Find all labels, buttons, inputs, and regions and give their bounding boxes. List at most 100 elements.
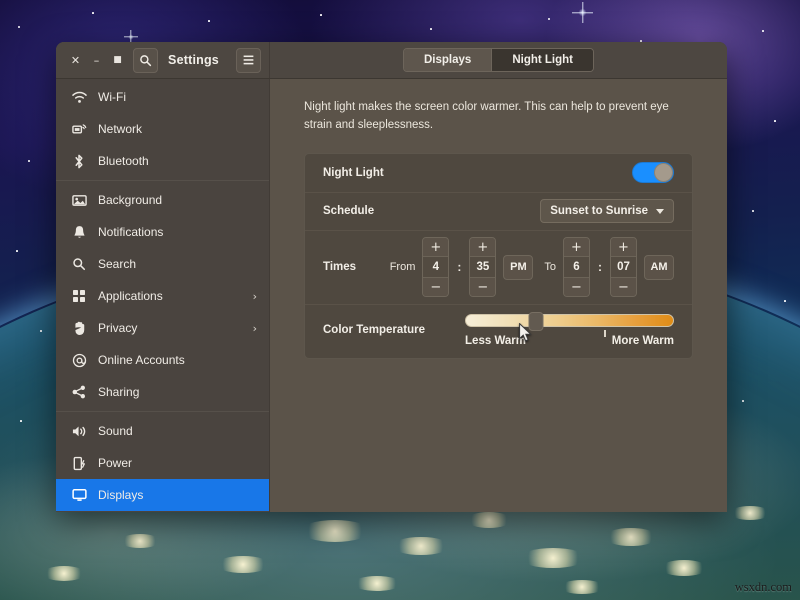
from-time-colon: : [456,260,462,274]
to-label: To [544,261,556,273]
times-row: Times From + 4 − : + [305,230,692,304]
slider-track[interactable] [465,314,674,327]
sidebar-separator [56,411,269,412]
star [28,160,30,162]
sidebar-item-power[interactable]: Power [56,447,269,479]
night-light-description: Night light makes the screen color warme… [304,99,693,135]
times-label: Times [323,261,356,273]
night-light-panel: Night light makes the screen color warme… [270,79,727,512]
to-hour-stepper[interactable]: + 6 − [563,237,590,297]
sidebar-item-sound[interactable]: Sound [56,415,269,447]
night-light-toggle[interactable] [632,162,674,183]
bluetooth-icon [70,154,88,169]
to-minute-value: 07 [611,256,636,278]
sidebar-item-online-accounts[interactable]: Online Accounts [56,344,269,376]
slider-handle[interactable] [529,312,544,331]
schedule-value: Sunset to Sunrise [550,205,648,217]
wifi-icon [70,91,88,104]
sidebar-item-label: Background [98,193,257,207]
network-icon [70,123,88,136]
to-hour-decrement[interactable]: − [564,278,589,296]
sidebar-separator [56,180,269,181]
to-minute-stepper[interactable]: + 07 − [610,237,637,297]
star [320,14,322,16]
schedule-row: Schedule Sunset to Sunrise [305,192,692,230]
sidebar-item-bluetooth[interactable]: Bluetooth [56,145,269,177]
more-warm-label: More Warm [612,335,674,347]
from-hour-increment[interactable]: + [423,238,448,256]
schedule-dropdown[interactable]: Sunset to Sunrise [540,199,674,223]
less-warm-label: Less Warm [465,335,526,347]
sidebar-item-search[interactable]: Search [56,248,269,280]
sidebar-item-displays[interactable]: Displays [56,479,269,511]
menu-button[interactable] [236,48,261,73]
settings-window: ✕ – ■ Settings [56,42,727,512]
bright-star [128,34,134,40]
watermark: wsxdn.com [735,580,792,595]
night-light-label: Night Light [323,167,384,179]
star [18,26,20,28]
hamburger-menu-icon [242,54,255,66]
tab-night-light[interactable]: Night Light [491,49,593,71]
sidebar-item-label: Search [98,257,257,271]
from-hour-stepper[interactable]: + 4 − [422,237,449,297]
to-minute-decrement[interactable]: − [611,278,636,296]
from-hour-decrement[interactable]: − [423,278,448,296]
chevron-down-icon [656,209,664,214]
display-monitor-icon [70,488,88,502]
sidebar-item-label: Notifications [98,225,257,239]
maximize-icon[interactable]: ■ [107,50,128,71]
window-body: Wi-Fi Network [56,79,727,512]
from-minute-increment[interactable]: + [470,238,495,256]
share-icon [70,385,88,399]
to-time-colon: : [597,260,603,274]
search-icon [139,54,152,67]
toggle-knob [654,163,673,182]
sidebar-item-privacy[interactable]: Privacy › [56,312,269,344]
color-temperature-label: Color Temperature [323,314,425,336]
bell-icon [70,225,88,240]
schedule-label: Schedule [323,205,374,217]
speaker-icon [70,425,88,438]
sidebar-item-label: Sharing [98,385,257,399]
sidebar-item-mouse-touchpad[interactable]: Mouse & Touchpad [56,511,269,512]
sidebar-item-label: Sound [98,424,257,438]
bright-star [578,8,587,17]
sidebar-item-network[interactable]: Network [56,113,269,145]
privacy-hand-icon [70,321,88,336]
to-hour-value: 6 [564,256,589,278]
to-hour-increment[interactable]: + [564,238,589,256]
sidebar-item-label: Displays [98,488,257,502]
from-minute-decrement[interactable]: − [470,278,495,296]
sidebar-item-label: Online Accounts [98,353,257,367]
color-temperature-slider[interactable]: Less Warm More Warm [465,314,674,347]
from-hour-value: 4 [423,256,448,278]
sidebar-item-label: Bluetooth [98,154,257,168]
sidebar-item-label: Privacy [98,321,253,335]
close-icon[interactable]: ✕ [65,50,86,71]
to-minute-increment[interactable]: + [611,238,636,256]
sidebar-item-label: Network [98,122,257,136]
minimize-icon[interactable]: – [86,50,107,71]
sidebar-item-notifications[interactable]: Notifications [56,216,269,248]
from-period-button[interactable]: PM [503,255,533,280]
desktop-wallpaper: ✕ – ■ Settings [0,0,800,600]
star [16,250,18,252]
at-sign-icon [70,353,88,368]
search-button[interactable] [133,48,158,73]
window-titlebar: ✕ – ■ Settings [56,42,727,79]
sidebar-item-applications[interactable]: Applications › [56,280,269,312]
sidebar-item-background[interactable]: Background [56,184,269,216]
chevron-right-icon: › [253,290,257,303]
sidebar-item-sharing[interactable]: Sharing [56,376,269,408]
sidebar-item-wifi[interactable]: Wi-Fi [56,81,269,113]
star [784,300,786,302]
from-minute-stepper[interactable]: + 35 − [469,237,496,297]
to-period-button[interactable]: AM [644,255,674,280]
settings-sidebar: Wi-Fi Network [56,79,270,512]
sidebar-item-label: Power [98,456,257,470]
sidebar-item-label: Applications [98,289,253,303]
tab-displays[interactable]: Displays [404,49,491,71]
sidebar-item-label: Wi-Fi [98,90,257,104]
background-icon [70,194,88,207]
